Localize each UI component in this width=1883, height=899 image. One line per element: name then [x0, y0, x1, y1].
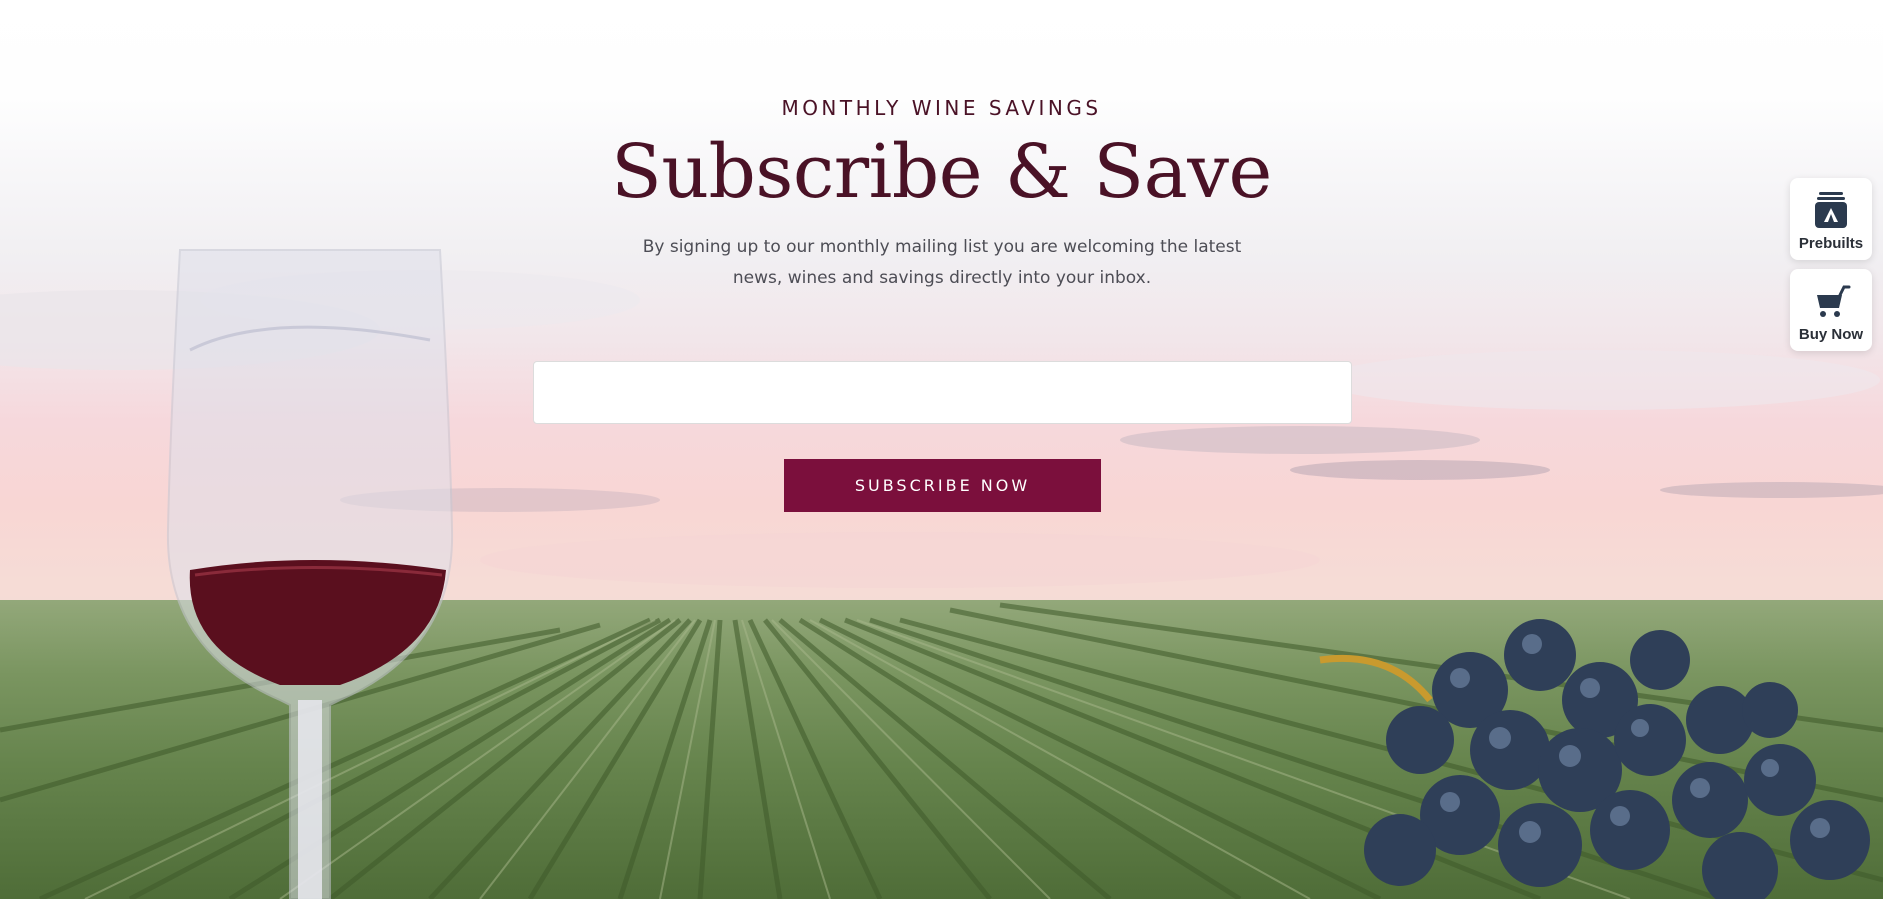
subscribe-button[interactable]: SUBSCRIBE NOW [784, 459, 1101, 512]
prebuilts-button[interactable]: Prebuilts [1790, 178, 1872, 260]
page-title: Subscribe & Save [611, 129, 1272, 215]
prebuilts-icon [1815, 192, 1847, 228]
buy-now-button[interactable]: Buy Now [1790, 269, 1872, 351]
grapes-image [1319, 619, 1870, 899]
wine-glass-image [166, 249, 454, 899]
section-eyebrow: MONTHLY WINE SAVINGS [781, 96, 1102, 120]
email-field[interactable] [533, 361, 1352, 424]
buy-now-label: Buy Now [1798, 326, 1864, 343]
section-description: By signing up to our monthly mailing lis… [642, 237, 1242, 288]
prebuilts-label: Prebuilts [1798, 235, 1864, 252]
cart-icon [1817, 285, 1851, 317]
